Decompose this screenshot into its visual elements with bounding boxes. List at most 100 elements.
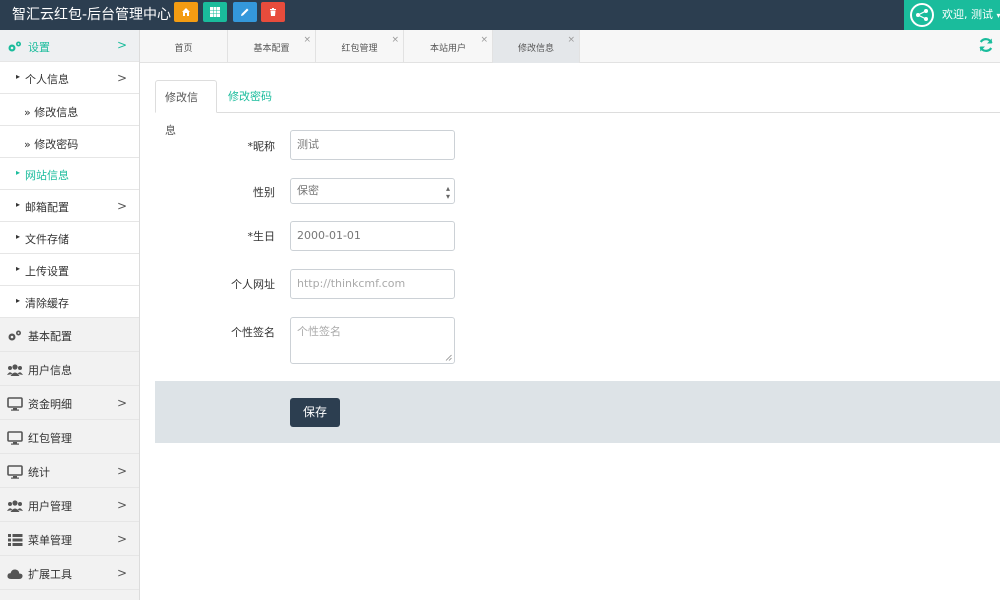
- tab-label: 基本配置: [253, 44, 290, 54]
- chevron-right-icon: >: [116, 566, 127, 580]
- sidebar-item-label: 网站信息: [25, 169, 69, 182]
- save-button[interactable]: 保存: [290, 398, 340, 427]
- tab-site-users[interactable]: 本站用户 ×: [404, 30, 493, 63]
- caret-right-icon: ▸: [16, 72, 21, 81]
- welcome-text[interactable]: 欢迎, 测试 ▾: [942, 7, 1000, 24]
- sidebar-item-extensions[interactable]: 扩展工具 >: [0, 556, 139, 590]
- page-tab-bar: 首页 基本配置 × 红包管理 × 本站用户 × 修改信息 ×: [140, 30, 1000, 63]
- sidebar-item-user-info[interactable]: 用户信息: [0, 352, 139, 386]
- monitor-icon: [7, 431, 23, 445]
- sidebar-item-file-storage[interactable]: ▸ 文件存储: [0, 222, 139, 254]
- users-icon: [7, 500, 23, 512]
- sidebar-item-stats[interactable]: 统计 >: [0, 454, 139, 488]
- website-label: 个人网址: [231, 278, 275, 291]
- close-icon[interactable]: ×: [480, 35, 488, 45]
- sidebar-item-label: 基本配置: [28, 330, 72, 343]
- sidebar-item-site-info[interactable]: ▸ 网站信息: [0, 158, 139, 190]
- caret-right-icon: ▸: [16, 264, 21, 273]
- tab-edit-info[interactable]: 修改信息 ×: [493, 30, 580, 63]
- sidebar-item-label: 文件存储: [25, 233, 69, 246]
- users-icon: [7, 364, 23, 376]
- tab-change-password[interactable]: 修改密码: [219, 80, 281, 113]
- chevron-right-icon: >: [116, 199, 127, 213]
- chevron-right-icon: >: [116, 498, 127, 512]
- sidebar-item-label: 用户管理: [28, 500, 72, 513]
- sidebar-item-label: 红包管理: [28, 432, 72, 445]
- nickname-label: *昵称: [247, 140, 276, 153]
- share-icon: [916, 9, 928, 21]
- close-icon[interactable]: ×: [391, 35, 399, 45]
- caret-right-icon: ▸: [16, 296, 21, 305]
- sidebar-item-label: 用户信息: [28, 364, 72, 377]
- welcome-label: 欢迎, 测试: [942, 8, 993, 21]
- caret-right-icon: ▸: [16, 232, 21, 241]
- sidebar-item-edit-info[interactable]: » 修改信息: [0, 94, 139, 126]
- pencil-icon: [241, 8, 249, 16]
- form-actions: 保存: [155, 381, 1000, 443]
- sidebar-item-user-manage[interactable]: 用户管理 >: [0, 488, 139, 522]
- sidebar-item-label: 统计: [28, 466, 50, 479]
- sidebar-item-redpacket[interactable]: 红包管理: [0, 420, 139, 454]
- delete-button[interactable]: [261, 2, 285, 22]
- nickname-field[interactable]: 测试: [290, 130, 455, 160]
- close-icon[interactable]: ×: [567, 35, 575, 45]
- monitor-icon: [7, 465, 23, 479]
- monitor-icon: [7, 397, 23, 411]
- sidebar-item-email-config[interactable]: ▸ 邮箱配置 >: [0, 190, 139, 222]
- chevron-right-icon: >: [116, 71, 127, 85]
- sidebar-item-upload-settings[interactable]: ▸ 上传设置: [0, 254, 139, 286]
- caret-right-icon: ▸: [16, 200, 21, 209]
- cloud-icon: [7, 569, 23, 579]
- user-menu[interactable]: 欢迎, 测试 ▾: [904, 0, 1000, 30]
- grid-button[interactable]: [203, 2, 227, 22]
- sidebar-item-label: 邮箱配置: [25, 201, 69, 214]
- edit-button[interactable]: [233, 2, 257, 22]
- gender-label: 性别: [253, 186, 275, 199]
- gears-icon: [8, 41, 21, 52]
- sidebar-item-basic-config[interactable]: 基本配置: [0, 318, 139, 352]
- refresh-icon[interactable]: [978, 37, 994, 53]
- caret-down-icon: ▾: [996, 11, 1000, 20]
- sidebar-item-label: 扩展工具: [28, 568, 72, 581]
- sidebar-item-label: » 修改信息: [24, 106, 79, 119]
- select-arrows-icon: ▴ ▾: [445, 184, 450, 201]
- gender-value: 保密: [297, 184, 319, 197]
- sidebar-item-label: 上传设置: [25, 265, 69, 278]
- top-navbar: 智汇云红包-后台管理中心 欢迎, 测试 ▾: [0, 0, 1000, 30]
- home-icon: [182, 8, 190, 16]
- tab-basic-config[interactable]: 基本配置 ×: [228, 30, 316, 63]
- sidebar-item-label: 设置: [28, 41, 50, 54]
- chevron-right-icon: >: [116, 396, 127, 410]
- tab-label: 红包管理: [341, 44, 378, 54]
- signature-placeholder: 个性签名: [297, 325, 341, 338]
- birthday-label: *生日: [247, 230, 276, 243]
- sidebar-item-profile[interactable]: ▸ 个人信息 >: [0, 62, 139, 94]
- home-button[interactable]: [174, 2, 198, 22]
- tab-label: 修改信息: [517, 44, 554, 54]
- sidebar-item-change-password[interactable]: » 修改密码: [0, 126, 139, 158]
- birthday-field[interactable]: 2000-01-01: [290, 221, 455, 251]
- tab-home[interactable]: 首页: [140, 30, 228, 63]
- chevron-right-icon: >: [116, 464, 127, 478]
- resize-handle-icon[interactable]: [445, 354, 452, 361]
- sidebar-item-label: » 修改密码: [24, 138, 79, 151]
- sidebar-item-menu-manage[interactable]: 菜单管理 >: [0, 522, 139, 556]
- sidebar-item-funds[interactable]: 资金明细 >: [0, 386, 139, 420]
- tab-edit-info-active[interactable]: 修改信息: [155, 80, 217, 137]
- signature-label: 个性签名: [231, 326, 275, 339]
- chevron-right-icon: >: [116, 38, 127, 52]
- content-tabs: 修改信息 修改密码: [155, 80, 1000, 137]
- tab-redpacket[interactable]: 红包管理 ×: [316, 30, 404, 63]
- sidebar-item-clear-cache[interactable]: ▸ 清除缓存: [0, 286, 139, 318]
- sidebar-item-settings[interactable]: 设置 >: [0, 30, 139, 62]
- sidebar: 设置 > ▸ 个人信息 > » 修改信息 » 修改密码 ▸ 网站信息 ▸ 邮箱配…: [0, 30, 140, 600]
- close-icon[interactable]: ×: [303, 35, 311, 45]
- tab-label: 首页: [174, 44, 193, 54]
- grid-icon: [210, 7, 220, 17]
- website-field[interactable]: http://thinkcmf.com: [290, 269, 455, 299]
- gears-icon: [8, 330, 21, 341]
- signature-textarea[interactable]: 个性签名: [290, 317, 455, 364]
- tab-label: 本站用户: [429, 44, 466, 54]
- gender-select[interactable]: 保密 ▴ ▾: [290, 178, 455, 204]
- app-title: 智汇云红包-后台管理中心: [12, 7, 172, 23]
